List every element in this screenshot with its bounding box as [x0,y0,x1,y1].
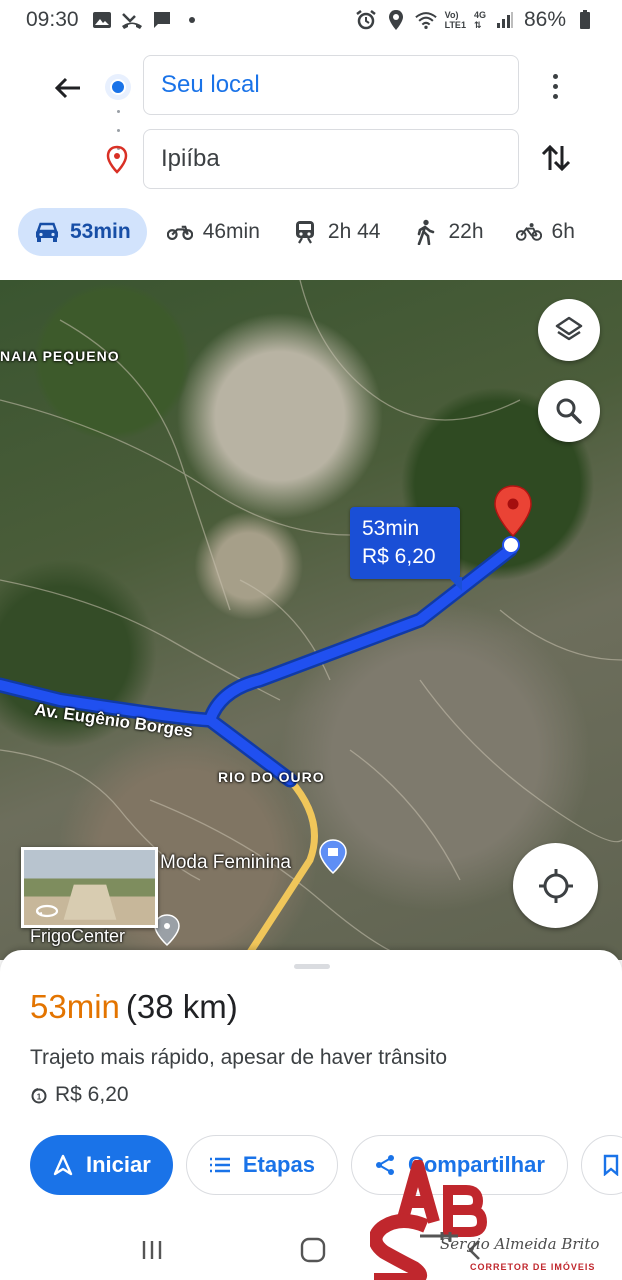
system-icons: Vo) LTE1 4G ⇅ 86% [355,8,596,32]
tab-transit[interactable]: 2h 44 [276,208,397,256]
more-notifications-icon [181,9,203,31]
net-type-label: 4G [473,10,486,20]
list-icon [209,1154,231,1176]
toll-coin-icon: 1 [31,1087,47,1103]
route-distance: (38 km) [125,988,238,1025]
car-icon [34,220,60,244]
wifi-icon [414,9,437,31]
net-type-indicator: 4G ⇅ [474,10,486,30]
origin-dot-icon [105,74,131,100]
recent-apps-icon [142,1241,162,1259]
start-button[interactable]: Iniciar [30,1135,173,1195]
volte-label: Vo) [444,10,459,20]
home-button[interactable] [293,1230,333,1270]
swap-directions-button[interactable] [538,140,574,176]
map-destination-pin-icon[interactable] [494,485,532,538]
tab-car-label: 53min [70,220,131,243]
watermark-subtitle: CORRETOR DE IMÓVEIS [470,1262,596,1272]
data-arrows-icon: ⇅ [473,20,482,30]
tab-motorcycle[interactable]: 46min [151,208,276,256]
layers-icon [555,316,583,341]
motorcycle-icon [166,220,193,244]
back-button[interactable] [48,68,88,108]
tab-bike[interactable]: 6h [500,208,591,256]
tab-motorcycle-label: 46min [202,220,260,243]
tab-transit-label: 2h 44 [327,220,381,243]
map-view[interactable]: NAIA PEQUENO Av. Eugênio Borges RIO DO O… [0,280,622,960]
walk-icon [412,219,438,245]
destination-pin-icon [106,145,128,174]
message-icon [151,9,173,31]
route-info-bubble[interactable]: 53min R$ 6,20 [350,507,462,591]
bike-icon [515,220,542,244]
swap-icon [541,144,571,172]
route-duration: 53min [30,988,120,1025]
recent-apps-button[interactable] [132,1230,172,1270]
tab-walk[interactable]: 22h [396,208,499,256]
my-location-button[interactable] [513,843,598,928]
crosshair-icon [538,868,573,903]
route-bubble-time: 53min [362,517,420,540]
travel-mode-tabs: 53min 46min 2h 44 22h 6h [18,207,622,257]
watermark-name: Sergio Almeida Brito [440,1235,600,1253]
street-view-360-icon [35,904,59,918]
home-icon [300,1237,326,1263]
back-arrow-icon [54,77,80,99]
search-icon [556,398,582,424]
battery-icon [574,9,596,31]
lte-label: LTE1 [444,20,466,30]
tab-walk-label: 22h [448,220,484,243]
route-bubble-cost: R$ 6,20 [362,545,436,568]
steps-button-label: Etapas [242,1152,315,1177]
toll-info: 1 R$ 6,20 [30,1083,129,1107]
train-icon [292,220,318,244]
gallery-icon [91,9,113,31]
shopping-poi-icon[interactable] [319,839,347,875]
search-along-route-button[interactable] [538,380,600,442]
location-icon [385,9,407,31]
missed-call-icon [121,9,143,31]
street-view-thumbnail[interactable] [21,847,158,928]
battery-percent: 86% [523,8,566,31]
origin-input[interactable]: Seu local [143,55,519,115]
more-options-button[interactable] [540,68,570,104]
layers-button[interactable] [538,299,600,361]
navigation-arrow-icon [52,1154,74,1176]
alarm-icon [355,9,377,31]
volte-indicator: Vo) LTE1 [445,10,466,30]
toll-amount: R$ 6,20 [55,1083,129,1106]
route-connector-icon [116,110,120,150]
signal-icon [494,9,516,31]
tab-car[interactable]: 53min [18,208,147,256]
map-label-rio-do-ouro: RIO DO OURO [218,769,325,785]
tab-bike-label: 6h [551,220,575,243]
sheet-drag-handle[interactable] [294,964,330,969]
start-button-label: Iniciar [86,1152,151,1177]
destination-input[interactable]: Ipiíba [143,129,519,189]
map-label-frigocenter[interactable]: FrigoCenter [30,926,125,947]
notification-icons [91,9,203,31]
street-view-road [63,884,116,919]
status-time: 09:30 [26,8,79,31]
route-summary: 53min (38 km) [30,988,238,1026]
status-bar: 09:30 Vo) LTE1 4G ⇅ 86% [0,0,622,40]
steps-button[interactable]: Etapas [185,1135,338,1195]
directions-header: Seu local Ipiíba 53min 46min 2h 44 22h 6… [0,40,622,280]
map-label-moda-feminina[interactable]: Moda Feminina [160,852,291,874]
route-description: Trajeto mais rápido, apesar de haver trâ… [30,1046,448,1069]
map-label-naia-pequeno: NAIA PEQUENO [0,348,120,364]
svg-text:1: 1 [37,1092,42,1101]
frigocenter-poi-icon[interactable] [154,914,180,947]
